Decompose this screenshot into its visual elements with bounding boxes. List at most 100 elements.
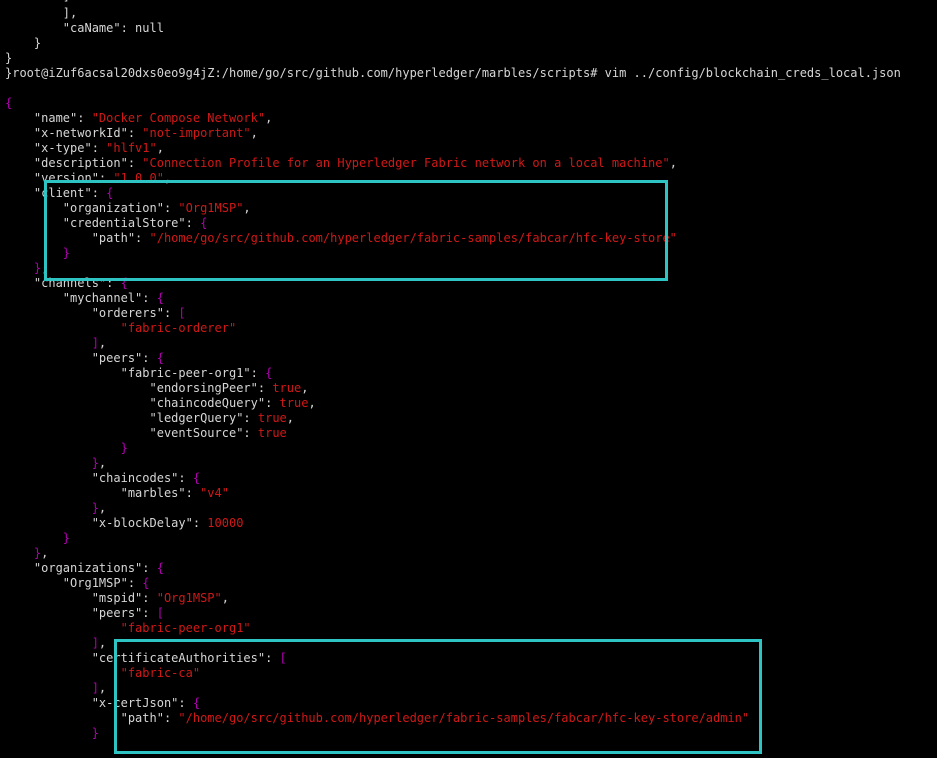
code-token: "description":: [5, 156, 143, 170]
code-token: "mspid":: [5, 591, 157, 605]
code-token: 10000: [207, 516, 244, 530]
code-token: ,: [265, 111, 273, 125]
code-token: [: [156, 606, 164, 620]
terminal-window[interactable]: ] ], "caName": null } } }root@iZuf6acsal…: [0, 0, 937, 758]
code-token: }: [5, 726, 99, 740]
code-token: "x-networkId":: [5, 126, 143, 140]
code-line: }: [5, 531, 70, 546]
code-token: "ledgerQuery":: [5, 411, 258, 425]
code-token: ,: [301, 381, 309, 395]
code-token: {: [156, 291, 164, 305]
code-token: "x-type":: [5, 141, 107, 155]
code-line: ],: [5, 681, 106, 696]
code-line: "ledgerQuery": true,: [5, 411, 294, 426]
code-token: "v4": [200, 486, 229, 500]
code-token: ,: [250, 126, 258, 140]
code-token: "eventSource":: [5, 426, 258, 440]
code-line: ],: [5, 636, 106, 651]
code-line: "eventSource": true: [5, 426, 287, 441]
code-token: {: [192, 471, 201, 485]
code-line: "chaincodes": {: [5, 471, 200, 486]
code-token: ]: [5, 681, 99, 695]
code-token: ]: [5, 636, 99, 650]
code-token: "fabric-peer-org1":: [5, 366, 266, 380]
code-token: {: [156, 351, 164, 365]
code-token: "Docker Compose Network": [91, 111, 266, 125]
code-line: },: [5, 501, 106, 516]
code-token: ,: [98, 456, 107, 470]
code-token: [: [178, 306, 186, 320]
code-token: ,: [98, 336, 107, 350]
terminal-line: }: [5, 51, 13, 65]
shell-command-line: }root@iZuf6acsal20dxs0eo9g4jZ:/home/go/s…: [5, 66, 901, 80]
terminal-line: ],: [5, 6, 78, 20]
code-line: "description": "Connection Profile for a…: [5, 156, 677, 171]
code-token: ,: [156, 141, 164, 155]
code-token: "peers":: [5, 351, 157, 365]
code-token: "mychannel":: [5, 291, 157, 305]
code-token: {: [265, 366, 273, 380]
code-token: }: [5, 261, 42, 275]
code-token: "Org1MSP":: [5, 576, 143, 590]
code-token: {: [5, 96, 13, 110]
code-token: ,: [41, 546, 49, 560]
code-line: }: [5, 726, 99, 741]
code-token: "Connection Profile for an Hyperledger F…: [142, 156, 670, 170]
cert-json-highlight-box: [114, 639, 762, 754]
code-line: "fabric-peer-org1": [5, 621, 251, 636]
code-token: "fabric-peer-org1": [120, 621, 251, 635]
code-token: true: [257, 426, 287, 440]
code-token: ,: [98, 681, 107, 695]
code-token: "endorsingPeer":: [5, 381, 273, 395]
code-line: "x-type": "hlfv1",: [5, 141, 164, 156]
code-token: true: [257, 411, 287, 425]
code-line: "fabric-orderer": [5, 321, 237, 336]
code-line: "peers": [: [5, 606, 164, 621]
code-token: ,: [286, 411, 295, 425]
code-line: "organizations": {: [5, 561, 164, 576]
code-token: "hlfv1": [106, 141, 157, 155]
code-token: true: [279, 396, 309, 410]
code-token: "chaincodes":: [5, 471, 193, 485]
code-line: {: [5, 96, 12, 111]
code-token: ,: [98, 636, 107, 650]
client-highlight-box: [44, 180, 668, 281]
code-line: },: [5, 261, 48, 276]
code-token: }: [5, 531, 71, 545]
code-token: {: [156, 561, 164, 575]
code-token: ]: [5, 336, 99, 350]
code-token: {: [142, 576, 150, 590]
code-line: "peers": {: [5, 351, 164, 366]
terminal-line: }: [5, 36, 42, 50]
code-token: "not-important": [142, 126, 251, 140]
code-token: ,: [221, 591, 229, 605]
code-line: "fabric-peer-org1": {: [5, 366, 273, 381]
code-line: "Org1MSP": {: [5, 576, 150, 591]
code-token: "x-blockDelay":: [5, 516, 208, 530]
code-line: "x-blockDelay": 10000: [5, 516, 244, 531]
code-token: true: [272, 381, 302, 395]
code-line: "name": "Docker Compose Network",: [5, 111, 272, 126]
code-token: "organizations":: [5, 561, 157, 575]
terminal-line: "caName": null: [5, 21, 164, 35]
code-token: "peers":: [5, 606, 157, 620]
code-line: "mychannel": {: [5, 291, 164, 306]
code-token: }: [5, 456, 99, 470]
code-token: }: [5, 546, 42, 560]
code-token: }: [5, 501, 99, 515]
code-token: "orderers":: [5, 306, 179, 320]
code-token: ,: [98, 501, 107, 515]
code-line: "chaincodeQuery": true,: [5, 396, 316, 411]
code-token: "name":: [5, 111, 92, 125]
code-line: "mspid": "Org1MSP",: [5, 591, 229, 606]
code-line: "orderers": [: [5, 306, 186, 321]
code-token: "marbles":: [5, 486, 201, 500]
code-token: "Org1MSP": [156, 591, 222, 605]
code-token: "fabric-orderer": [120, 321, 237, 335]
code-token: "chaincodeQuery":: [5, 396, 280, 410]
code-token: ,: [308, 396, 316, 410]
code-line: },: [5, 456, 106, 471]
